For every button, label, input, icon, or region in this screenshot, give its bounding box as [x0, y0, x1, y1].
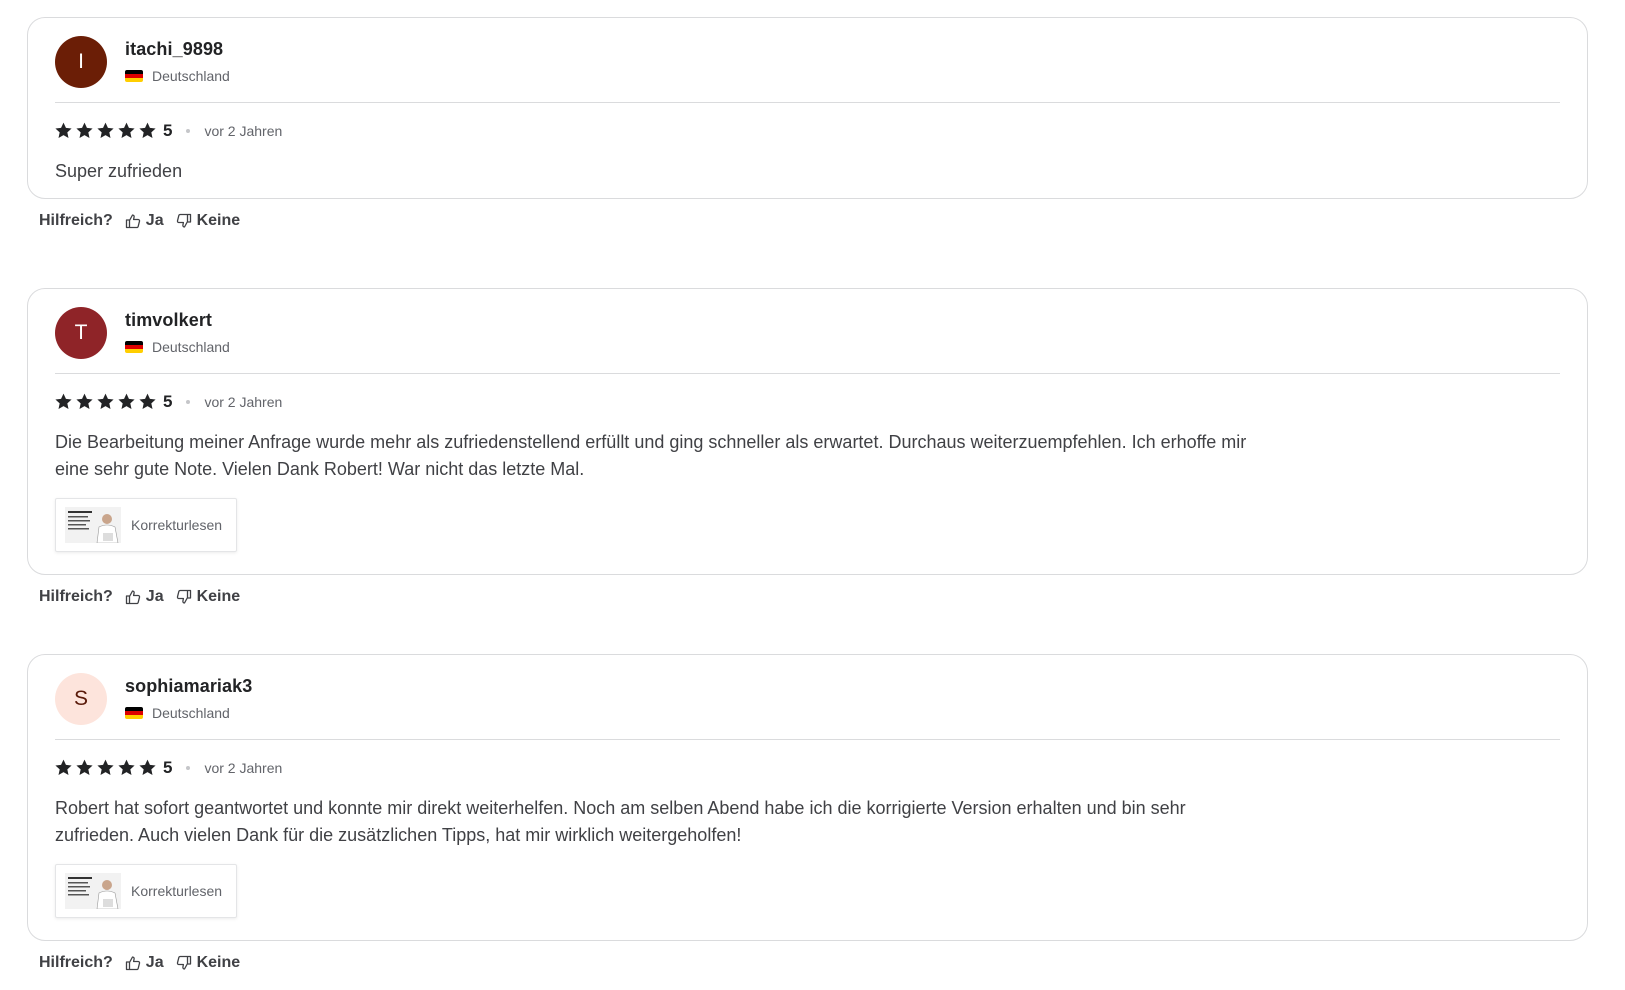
thumbs-up-icon	[125, 214, 140, 229]
avatar-initial: S	[73, 687, 88, 710]
helpful-yes-button[interactable]: Ja	[125, 588, 164, 606]
star-icon	[55, 122, 72, 139]
star-icon	[55, 759, 72, 776]
germany-flag-icon	[125, 707, 143, 719]
thumbs-down-icon	[176, 213, 191, 228]
review-card: I itachi_9898 Deutschland 5 vor 2 Jahren	[27, 17, 1588, 199]
reviewer-username[interactable]: timvolkert	[125, 309, 230, 331]
star-icon	[139, 393, 156, 410]
star-icon	[118, 759, 135, 776]
reviewer-country: Deutschland	[125, 68, 230, 84]
star-icon	[76, 759, 93, 776]
country-name: Deutschland	[152, 68, 230, 84]
reviewer-header: T timvolkert Deutschland	[55, 307, 1560, 373]
avatar[interactable]: S	[55, 673, 107, 725]
star-icon	[139, 122, 156, 139]
rating-value: 5	[163, 757, 173, 777]
gig-thumbnail	[65, 873, 121, 909]
star-rating: 5	[55, 392, 172, 412]
gig-label: Korrekturlesen	[131, 517, 223, 533]
helpful-no-label: Keine	[196, 954, 241, 971]
helpful-label: Hilfreich?	[39, 954, 113, 971]
helpful-no-label: Keine	[196, 212, 241, 229]
reviewer-header: S sophiamariak3 Deutschland	[55, 673, 1560, 739]
star-icon	[97, 122, 114, 139]
helpful-no-button[interactable]: Keine	[176, 588, 241, 606]
reviewer-country: Deutschland	[125, 705, 252, 721]
separator-dot	[186, 765, 191, 770]
rating-row: 5 vor 2 Jahren	[55, 103, 1560, 158]
review-text: Super zufrieden	[55, 161, 183, 181]
star-icon	[55, 393, 72, 410]
helpful-yes-label: Ja	[145, 588, 164, 605]
review-time: vor 2 Jahren	[204, 759, 283, 776]
gig-link[interactable]: Korrekturlesen	[55, 498, 237, 552]
reviewer-info: sophiamariak3 Deutschland	[125, 675, 252, 721]
helpful-yes-label: Ja	[145, 954, 164, 971]
star-icon	[97, 393, 114, 410]
thumbs-down-icon	[176, 955, 191, 970]
review-card: S sophiamariak3 Deutschland 5 vor 2 Jahr…	[27, 654, 1588, 941]
review-item: I itachi_9898 Deutschland 5 vor 2 Jahren	[27, 17, 1588, 233]
helpful-no-label: Keine	[196, 588, 241, 605]
helpful-yes-label: Ja	[145, 212, 164, 229]
review-item: S sophiamariak3 Deutschland 5 vor 2 Jahr…	[27, 654, 1588, 975]
gig-thumbnail	[65, 507, 121, 543]
germany-flag-icon	[125, 70, 143, 82]
avatar-initial: I	[78, 50, 84, 73]
review-time: vor 2 Jahren	[204, 393, 283, 410]
reviewer-country: Deutschland	[125, 339, 230, 355]
reviewer-header: I itachi_9898 Deutschland	[55, 36, 1560, 102]
helpful-row: Hilfreich? Ja Keine	[39, 951, 1588, 975]
avatar[interactable]: I	[55, 36, 107, 88]
avatar[interactable]: T	[55, 307, 107, 359]
review-item: T timvolkert Deutschland 5 vor 2 Jahren	[27, 288, 1588, 609]
helpful-row: Hilfreich? Ja Keine	[39, 585, 1588, 609]
gig-thumbnail-image	[65, 873, 121, 909]
reviewer-username[interactable]: sophiamariak3	[125, 675, 252, 697]
star-rating: 5	[55, 758, 172, 778]
helpful-label: Hilfreich?	[39, 588, 113, 605]
rating-value: 5	[163, 120, 173, 140]
star-icon	[139, 759, 156, 776]
thumbs-up-icon	[125, 590, 140, 605]
star-icon	[97, 759, 114, 776]
country-name: Deutschland	[152, 705, 230, 721]
rating-value: 5	[163, 391, 173, 411]
review-card: T timvolkert Deutschland 5 vor 2 Jahren	[27, 288, 1588, 575]
review-text: Die Bearbeitung meiner Anfrage wurde meh…	[55, 432, 1247, 479]
thumbs-down-icon	[176, 589, 191, 604]
star-icon	[118, 122, 135, 139]
separator-dot	[186, 399, 191, 404]
helpful-no-button[interactable]: Keine	[176, 212, 241, 230]
country-name: Deutschland	[152, 339, 230, 355]
review-time: vor 2 Jahren	[204, 122, 283, 139]
review-text: Robert hat sofort geantwortet und konnte…	[55, 798, 1186, 845]
star-rating: 5	[55, 121, 172, 141]
rating-row: 5 vor 2 Jahren	[55, 374, 1560, 429]
helpful-no-button[interactable]: Keine	[176, 954, 241, 972]
star-icon	[76, 122, 93, 139]
helpful-label: Hilfreich?	[39, 212, 113, 229]
rating-row: 5 vor 2 Jahren	[55, 740, 1560, 795]
avatar-initial: T	[74, 321, 88, 344]
helpful-yes-button[interactable]: Ja	[125, 212, 164, 230]
gig-thumbnail-image	[65, 507, 121, 543]
helpful-row: Hilfreich? Ja Keine	[39, 209, 1588, 233]
gig-label: Korrekturlesen	[131, 883, 223, 899]
helpful-yes-button[interactable]: Ja	[125, 954, 164, 972]
star-icon	[118, 393, 135, 410]
separator-dot	[186, 128, 191, 133]
thumbs-up-icon	[125, 956, 140, 971]
reviewer-info: timvolkert Deutschland	[125, 309, 230, 355]
star-icon	[76, 393, 93, 410]
gig-link[interactable]: Korrekturlesen	[55, 864, 237, 918]
germany-flag-icon	[125, 341, 143, 353]
reviewer-info: itachi_9898 Deutschland	[125, 38, 230, 84]
reviewer-username[interactable]: itachi_9898	[125, 38, 230, 60]
